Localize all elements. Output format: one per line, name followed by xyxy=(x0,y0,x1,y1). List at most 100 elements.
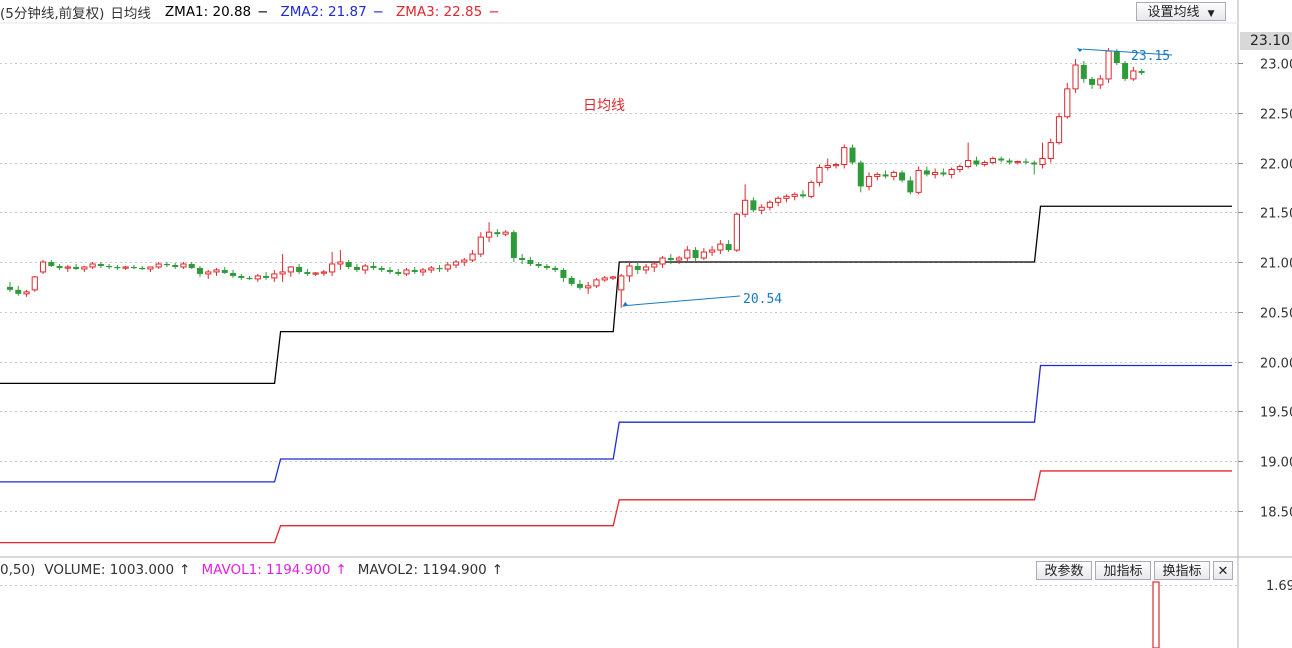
settings-ma-button[interactable]: 设置均线 ▼ xyxy=(1136,2,1226,21)
high-marker-label: 23.15 xyxy=(1131,49,1170,64)
volume-label: VOLUME: 1003.000 xyxy=(44,562,175,578)
candle-body xyxy=(510,232,517,259)
candle-body xyxy=(849,147,856,163)
current-price-badge: 23.10 xyxy=(1240,32,1292,50)
candle-body xyxy=(188,263,195,268)
candle-body xyxy=(857,162,864,187)
candle xyxy=(709,246,716,257)
candle xyxy=(163,262,170,267)
chart-annotation: 日均线 xyxy=(583,98,625,114)
candle xyxy=(172,262,179,269)
candle xyxy=(477,232,484,258)
candle xyxy=(1039,142,1046,169)
candle-body xyxy=(494,232,501,235)
mavol2-arrow-icon: ↑ xyxy=(491,562,504,578)
candle-body xyxy=(899,172,906,181)
candle-body xyxy=(700,251,707,259)
close-icon[interactable]: ✕ xyxy=(1213,561,1233,580)
candle xyxy=(7,281,13,292)
candle xyxy=(568,275,575,286)
candle-body xyxy=(1080,64,1087,79)
period-label: (5分钟线,前复权) xyxy=(0,6,105,22)
candle xyxy=(452,260,460,268)
candle-body xyxy=(965,160,972,167)
candle xyxy=(510,230,517,262)
candle xyxy=(593,277,600,288)
volume-header: 0,50) VOLUME: 1003.000 ↑ MAVOL1: 1194.90… xyxy=(0,561,503,579)
candle-body xyxy=(1014,161,1021,164)
candle-body xyxy=(1122,63,1129,79)
candle xyxy=(973,156,980,167)
zma1-label: ZMA1: 20.88 xyxy=(164,4,252,20)
candle-body xyxy=(989,158,997,164)
change-params-button[interactable]: 改参数 xyxy=(1036,561,1092,580)
candle-body xyxy=(395,271,402,274)
candle-body xyxy=(419,269,427,273)
zma3-trend: − xyxy=(488,4,500,20)
candle xyxy=(899,170,906,183)
candle xyxy=(1072,59,1079,93)
add-indicator-button[interactable]: 加指标 xyxy=(1095,561,1151,580)
settings-ma-label: 设置均线 xyxy=(1147,5,1200,20)
high-marker-arrowhead xyxy=(1076,48,1083,53)
candle xyxy=(23,289,30,297)
candle xyxy=(684,246,691,262)
candle-body xyxy=(923,170,930,175)
candle-body xyxy=(808,181,815,197)
candle xyxy=(386,266,393,274)
candle xyxy=(634,262,641,274)
candle-body xyxy=(684,249,691,259)
candle-body xyxy=(626,265,633,277)
candle-body xyxy=(1089,78,1096,85)
candle xyxy=(155,262,162,269)
candle xyxy=(139,265,146,270)
candle xyxy=(370,262,377,270)
candle-body xyxy=(1097,78,1104,86)
candle-body xyxy=(915,169,922,193)
candle-body xyxy=(122,266,129,269)
candle xyxy=(948,167,955,179)
candle xyxy=(411,266,418,274)
candle-body xyxy=(543,265,550,268)
candle-body xyxy=(106,265,113,268)
candle xyxy=(469,250,476,262)
price-tick-label: 19.00 xyxy=(1260,456,1292,471)
candle xyxy=(799,190,806,199)
candle xyxy=(849,144,856,165)
candle-body xyxy=(824,164,831,168)
candle xyxy=(560,267,567,282)
candle-body xyxy=(659,257,666,265)
volume-prefix: 0,50) xyxy=(0,562,36,578)
candle xyxy=(39,260,47,274)
candle xyxy=(122,265,129,270)
volume-bar xyxy=(1152,581,1160,648)
candle-body xyxy=(378,267,385,270)
price-tick-label: 21.00 xyxy=(1260,257,1292,272)
candle-body xyxy=(15,289,22,294)
mavol2-label: MAVOL2: 1194.900 xyxy=(357,562,487,578)
candle-body xyxy=(585,285,592,289)
candle-body xyxy=(155,263,162,268)
candle-body xyxy=(320,271,327,274)
candle xyxy=(56,263,63,270)
volume-axis-label: 1.69 xyxy=(1266,579,1292,594)
switch-indicator-button[interactable]: 换指标 xyxy=(1154,561,1210,580)
candle xyxy=(1080,61,1087,83)
candle xyxy=(824,158,831,171)
price-tick-label: 22.00 xyxy=(1260,158,1292,173)
candle xyxy=(758,204,765,215)
candle xyxy=(1022,158,1029,165)
candle-body xyxy=(39,261,47,273)
candle-body xyxy=(733,213,740,251)
candle xyxy=(502,230,509,237)
candle-body xyxy=(890,171,897,177)
candle-body xyxy=(130,266,137,269)
candle-body xyxy=(7,286,13,290)
candle xyxy=(527,257,534,266)
candle-body xyxy=(48,262,55,266)
candle xyxy=(626,262,633,282)
candle xyxy=(419,267,427,276)
candle-body xyxy=(535,263,542,266)
candle xyxy=(1122,61,1129,81)
candle xyxy=(923,166,930,177)
